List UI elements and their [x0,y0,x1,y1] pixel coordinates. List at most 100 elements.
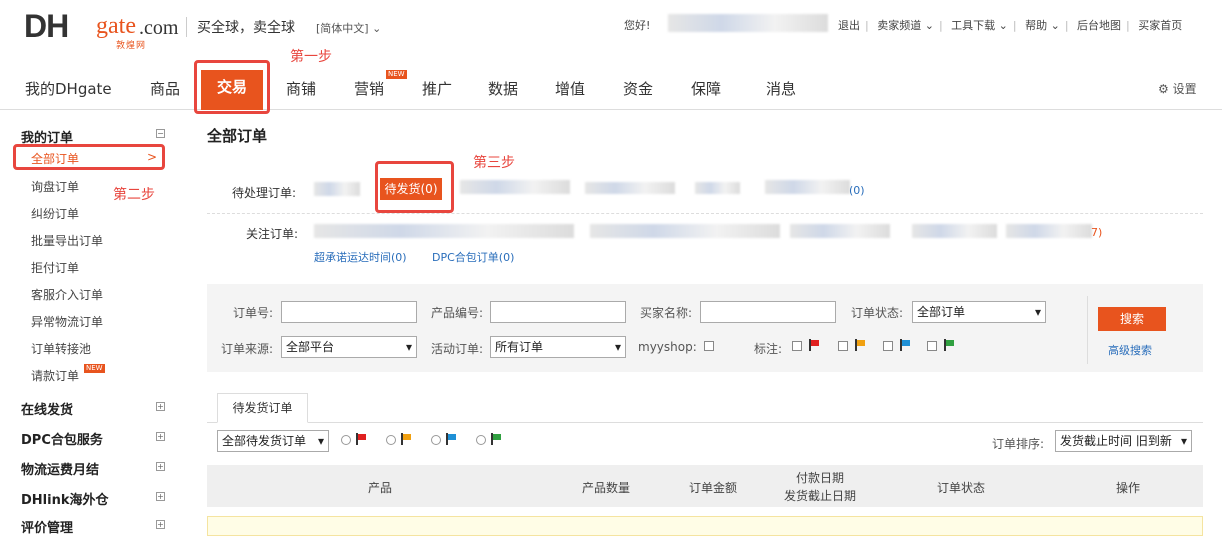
sort-label: 订单排序: [992,437,1045,451]
header-links: 退出 | 卖家频道 ⌄ | 工具下载 ⌄ | 帮助 ⌄ | 后台地图 | 买家首页 [838,19,1183,32]
flag-orange-checkbox[interactable] [838,341,848,351]
flag-blue-checkbox[interactable] [883,341,893,351]
order-no-input[interactable] [281,301,417,323]
product-no-label: 产品编号: [431,306,484,320]
flag-blue-radio[interactable] [431,435,441,445]
nav-funds[interactable]: 资金 [623,78,653,99]
search-button[interactable]: 搜索 [1098,307,1166,331]
blue-flag-icon [900,339,910,351]
awaiting-shipment-button[interactable]: 待发货(0) [380,178,442,200]
sidebar-item-abnormal-logistics[interactable]: 异常物流订单 [31,313,103,330]
sidebar-item-chargeback[interactable]: 拒付订单 [31,259,79,276]
order-status-select[interactable]: 全部订单 [912,301,1046,323]
order-no-label: 订单号: [233,306,274,320]
language-selector[interactable]: [简体中文] ⌄ [316,20,381,36]
col-actions: 操作 [1116,481,1141,495]
divider [1087,296,1088,364]
flag-green-radio[interactable] [476,435,486,445]
nav-promotion[interactable]: 推广 [422,78,452,99]
sidebar-item-cs-intervention[interactable]: 客服介入订单 [31,286,103,303]
col-status: 订单状态 [937,481,986,495]
sidebar-item-dispute-orders[interactable]: 纠纷订单 [31,205,79,222]
sidebar-item-inquiry-orders[interactable]: 询盘订单 [31,178,79,195]
step1-annotation: 第一步 [290,49,332,65]
chevron-down-icon: ⌄ [372,22,382,35]
nav-protection[interactable]: 保障 [691,78,721,99]
sidebar-item-payment-request[interactable]: 请款订单 [31,367,79,384]
col-product: 产品 [368,481,393,495]
sitemap-link[interactable]: 后台地图 [1077,19,1121,32]
nav-my-dhgate[interactable]: 我的DHgate [25,78,112,99]
seller-channel-link[interactable]: 卖家频道 ⌄ [877,19,934,32]
shipment-filter-select[interactable]: 全部待发货订单 [217,430,329,452]
flag-orange-radio[interactable] [386,435,396,445]
dpc-orders-link[interactable]: DPC合包订单(0) [432,249,514,265]
watch-orders-label: 关注订单: [246,227,299,241]
col-quantity: 产品数量 [582,481,631,495]
green-flag-icon [491,433,501,445]
greeting: 您好! [624,19,651,32]
buyer-home-link[interactable]: 买家首页 [1138,19,1182,32]
sidebar-group-my-orders[interactable]: 我的订单 [21,127,73,146]
expand-icon[interactable]: + [156,402,165,411]
sidebar-item-order-transfer[interactable]: 订单转接池 [31,340,91,357]
expand-icon[interactable]: + [156,462,165,471]
sidebar-item-all-orders[interactable]: 全部订单 [31,150,79,167]
help-link[interactable]: 帮助 ⌄ [1025,19,1060,32]
dhgate-logo[interactable]: DH gate .com 敦煌网 [24,8,178,51]
collapse-icon[interactable]: − [156,129,165,138]
sort-select[interactable]: 发货截止时间 旧到新 [1055,430,1192,452]
logout-link[interactable]: 退出 [838,19,860,32]
overdue-delivery-link[interactable]: 超承诺运达时间(0) [314,249,407,265]
main-nav: 我的DHgate 商品 交易 商铺 营销 推广 数据 增值 资金 保障 消息 ⚙… [0,70,1222,110]
pending-orders-label: 待处理订单: [232,186,297,200]
expand-icon[interactable]: + [156,492,165,501]
redacted-pending [695,182,740,194]
col-payment-date: 付款日期 [796,471,845,485]
step3-annotation: 第三步 [473,155,515,171]
chevron-right-icon: > [147,150,158,164]
nav-value-added[interactable]: 增值 [555,78,585,99]
buyer-name-input[interactable] [700,301,836,323]
nav-products[interactable]: 商品 [150,78,180,99]
myyshop-checkbox[interactable] [704,341,714,351]
nav-shop[interactable]: 商铺 [286,78,316,99]
redacted-username [668,14,828,32]
activity-orders-select[interactable]: 所有订单 [490,336,626,358]
sidebar-group-reviews[interactable]: 评价管理 [21,517,73,536]
flag-green-checkbox[interactable] [927,341,937,351]
sidebar-group-online-shipping[interactable]: 在线发货 [21,399,73,418]
new-badge: NEW [386,70,407,79]
green-flag-icon [944,339,954,351]
red-flag-icon [356,433,366,445]
step1-highlight-box [194,60,270,114]
mark-label: 标注: [754,342,783,356]
pending-count[interactable]: (0) [849,184,865,197]
sidebar-group-dpc[interactable]: DPC合包服务 [21,429,103,448]
order-source-label: 订单来源: [221,342,274,356]
product-no-input[interactable] [490,301,626,323]
notice-row [207,516,1203,536]
nav-messages[interactable]: 消息 [766,78,796,99]
tools-download-link[interactable]: 工具下载 ⌄ [951,19,1008,32]
redacted-watch [314,224,574,238]
tab-awaiting-shipment[interactable]: 待发货订单 [217,393,308,423]
advanced-search-link[interactable]: 高级搜索 [1108,342,1152,358]
expand-icon[interactable]: + [156,432,165,441]
sidebar-item-batch-export[interactable]: 批量导出订单 [31,232,103,249]
nav-data[interactable]: 数据 [488,78,518,99]
order-source-select[interactable]: 全部平台 [281,336,417,358]
settings-link[interactable]: ⚙ 设置 [1158,80,1197,97]
gear-icon: ⚙ [1158,82,1169,96]
sidebar-group-freight[interactable]: 物流运费月结 [21,459,99,478]
order-status-label: 订单状态: [851,306,904,320]
orange-flag-icon [401,433,411,445]
sidebar-group-dhlink[interactable]: DHlink海外仓 [21,489,108,508]
slogan: 买全球，卖全球 [186,17,295,37]
flag-red-checkbox[interactable] [792,341,802,351]
logo-subtitle: 敦煌网 [116,41,147,51]
watch-count[interactable]: 7) [1091,226,1102,239]
nav-marketing[interactable]: 营销 [354,78,384,99]
col-ship-deadline: 发货截止日期 [784,489,857,503]
flag-red-radio[interactable] [341,435,351,445]
